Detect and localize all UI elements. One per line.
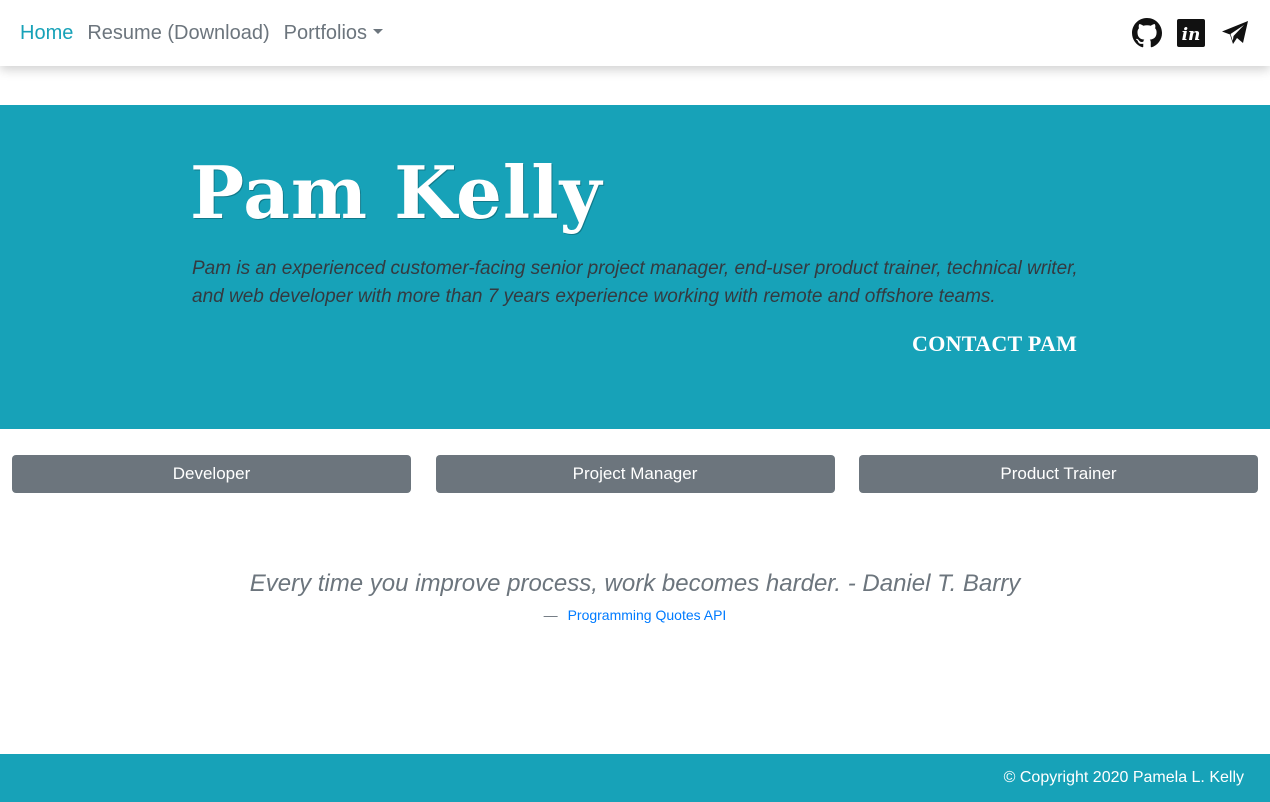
footer-copyright: © Copyright 2020 Pamela L. Kelly bbox=[1003, 769, 1244, 786]
linkedin-icon[interactable]: in bbox=[1176, 18, 1206, 48]
quote-text: Every time you improve process, work bec… bbox=[249, 570, 1021, 597]
footer: © Copyright 2020 Pamela L. Kelly bbox=[0, 754, 1270, 802]
hero-description: Pam is an experienced customer-facing se… bbox=[192, 258, 1078, 307]
hero-title: Pam Kelly bbox=[190, 150, 603, 235]
quote-dash: — bbox=[543, 607, 558, 623]
top-navbar: Home Resume (Download) Portfolios in bbox=[0, 0, 1270, 66]
telegram-icon[interactable] bbox=[1220, 18, 1250, 48]
developer-button[interactable]: Developer bbox=[12, 455, 411, 493]
nav-portfolios-dropdown[interactable]: Portfolios bbox=[283, 21, 384, 45]
caret-down-icon bbox=[373, 28, 384, 34]
product-trainer-button[interactable]: Product Trainer bbox=[859, 455, 1258, 493]
nav-resume-link[interactable]: Resume (Download) bbox=[87, 22, 269, 45]
project-manager-button[interactable]: Project Manager bbox=[435, 455, 835, 493]
contact-pam-link[interactable]: CONTACT PAM bbox=[912, 331, 1077, 357]
quote-source: — Programming Quotes API bbox=[0, 607, 1270, 623]
svg-text:in: in bbox=[1182, 25, 1201, 45]
nav-portfolios-label: Portfolios bbox=[283, 21, 368, 44]
nav-links: Home Resume (Download) Portfolios bbox=[20, 22, 397, 45]
role-buttons: Developer Project Manager Product Traine… bbox=[12, 455, 1258, 493]
social-links: in bbox=[1132, 18, 1250, 48]
quote-source-link[interactable]: Programming Quotes API bbox=[568, 607, 727, 623]
hero-banner: Pam Kelly Pam is an experienced customer… bbox=[0, 105, 1270, 429]
github-icon[interactable] bbox=[1132, 18, 1162, 48]
nav-home-link[interactable]: Home bbox=[20, 22, 73, 45]
